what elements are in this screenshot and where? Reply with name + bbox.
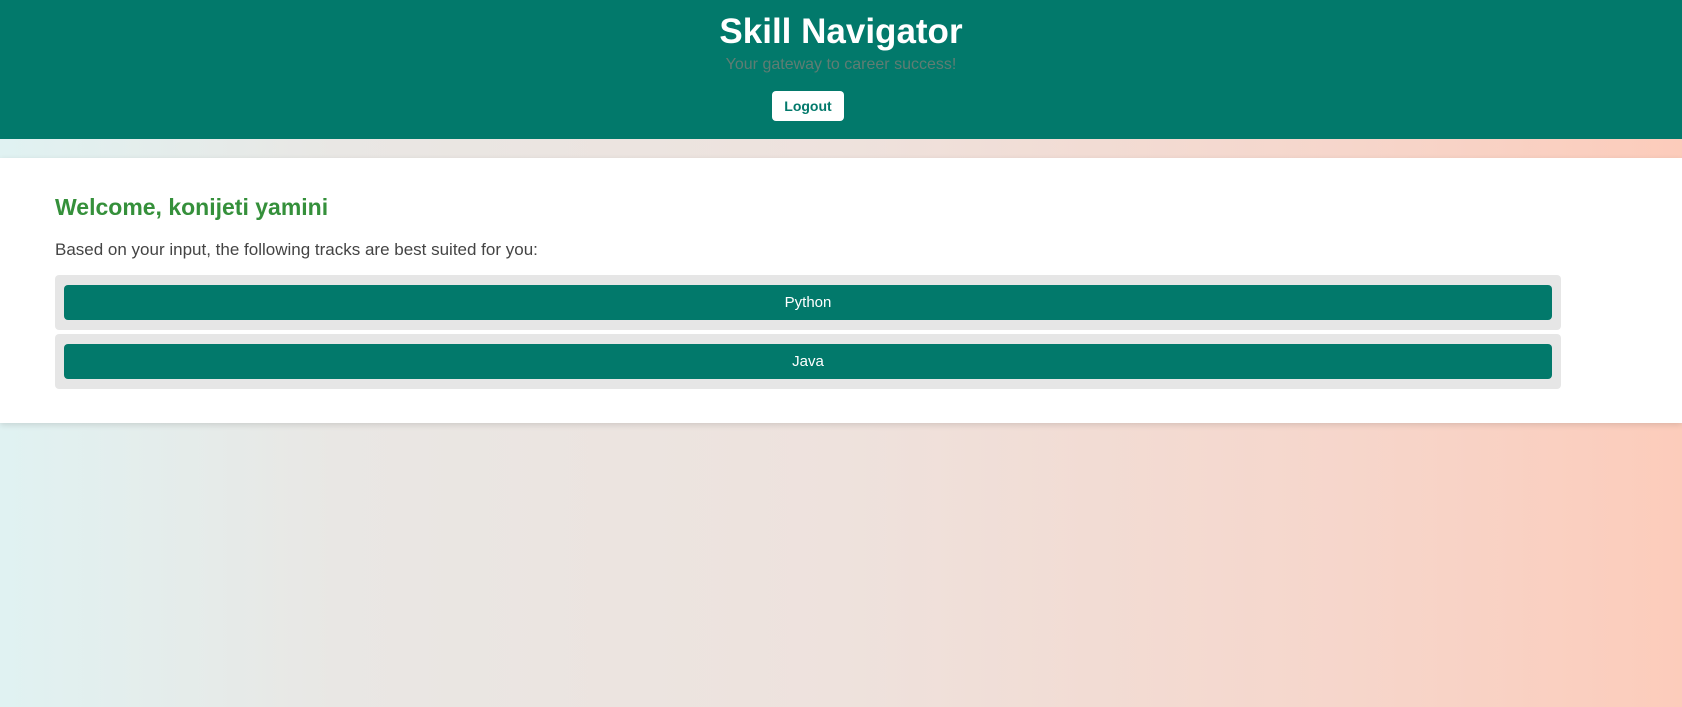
app-title: Skill Navigator [719, 12, 963, 51]
intro-text: Based on your input, the following track… [55, 240, 538, 259]
recommendations-card: Welcome, konijeti yamini Based on your i… [0, 158, 1682, 423]
app-header: Skill Navigator Your gateway to career s… [0, 0, 1682, 139]
list-item: Python [55, 275, 1561, 330]
track-list: Python Java [55, 275, 1561, 393]
list-item: Java [55, 334, 1561, 389]
logout-button[interactable]: Logout [772, 91, 844, 121]
track-button-java[interactable]: Java [64, 344, 1552, 379]
welcome-heading: Welcome, konijeti yamini [55, 194, 329, 220]
track-button-python[interactable]: Python [64, 285, 1552, 320]
app-subtitle: Your gateway to career success! [725, 56, 957, 73]
